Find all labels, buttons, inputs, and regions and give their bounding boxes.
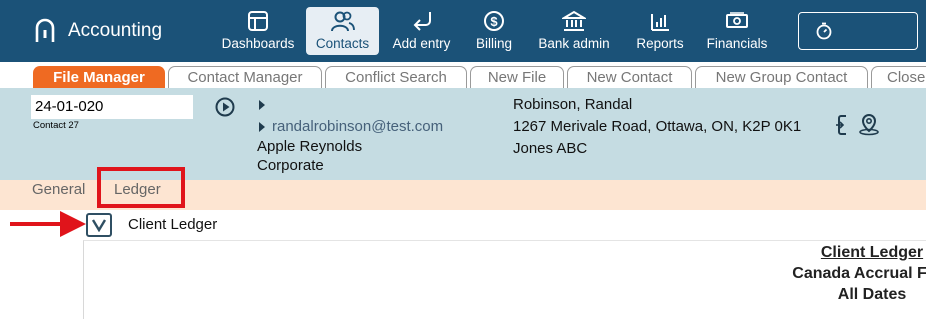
financials-icon xyxy=(724,9,750,33)
tab-close[interactable]: Close xyxy=(871,66,926,88)
contacts-icon xyxy=(330,9,356,33)
caret-right-icon[interactable] xyxy=(258,100,266,110)
annotation-highlight-box xyxy=(97,167,185,208)
nav-reports-label: Reports xyxy=(636,36,684,51)
caret-right-icon[interactable] xyxy=(258,122,266,132)
company-name: Apple Reynolds xyxy=(257,138,363,155)
file-number-field[interactable]: 24-01-020 xyxy=(31,95,193,119)
nav-financials[interactable]: Financials xyxy=(696,0,778,62)
tab-conflict-search[interactable]: Conflict Search xyxy=(325,66,467,88)
stopwatch-icon xyxy=(816,22,832,40)
nav-reports[interactable]: Reports xyxy=(624,0,696,62)
svg-text:$: $ xyxy=(490,14,498,29)
tab-new-file[interactable]: New File xyxy=(470,66,564,88)
nav-billing-label: Billing xyxy=(475,36,513,51)
nav-contacts-label: Contacts xyxy=(315,36,370,51)
chevron-down-icon xyxy=(91,219,107,232)
app-brand[interactable]: Accounting xyxy=(34,18,162,44)
nav-add-entry-label: Add entry xyxy=(392,36,451,51)
client-firm: Jones ABC xyxy=(513,140,588,157)
client-name: Robinson, Randal xyxy=(513,96,633,113)
nav-dashboards-label: Dashboards xyxy=(221,36,295,51)
nav-bank-admin-label: Bank admin xyxy=(538,36,610,51)
map-pin-icon[interactable] xyxy=(858,112,880,136)
play-icon[interactable] xyxy=(215,97,235,117)
tab-new-contact[interactable]: New Contact xyxy=(567,66,692,88)
annotation-arrow-icon xyxy=(10,211,86,237)
app-logo-icon xyxy=(35,18,55,42)
ledger-report: Client Ledger Canada Accrual Firm All Da… xyxy=(83,240,926,319)
contact-company: Apple Reynolds Corporate xyxy=(257,137,362,175)
contact-email[interactable]: randalrobinson@test.com xyxy=(272,118,443,135)
tab-contact-manager[interactable]: Contact Manager xyxy=(168,66,322,88)
contact-label: Contact 27 xyxy=(33,120,79,131)
report-dates: All Dates xyxy=(837,286,907,303)
subtab-general[interactable]: General xyxy=(32,181,85,198)
client-address: 1267 Merivale Road, Ottawa, ON, K2P 0K1 xyxy=(513,118,802,135)
nav-add-entry[interactable]: Add entry xyxy=(379,0,464,62)
bank-icon xyxy=(561,9,587,33)
nav-billing[interactable]: $ Billing xyxy=(464,0,524,62)
nav-dashboards[interactable]: Dashboards xyxy=(210,0,306,62)
tab-bar: File Manager Contact Manager Conflict Se… xyxy=(0,62,926,89)
tab-new-group-contact[interactable]: New Group Contact xyxy=(695,66,868,88)
company-type: Corporate xyxy=(257,157,324,174)
add-entry-icon xyxy=(409,9,435,33)
client-details: Robinson, Randal 1267 Merivale Road, Ott… xyxy=(513,94,801,160)
billing-icon: $ xyxy=(481,9,507,33)
app-title: Accounting xyxy=(68,20,163,41)
expand-toggle-button[interactable] xyxy=(86,213,112,237)
reports-icon xyxy=(647,9,673,33)
nav-contacts[interactable]: Contacts xyxy=(306,7,379,55)
tab-file-manager[interactable]: File Manager xyxy=(33,66,165,88)
report-firm: Canada Accrual Firm xyxy=(792,265,926,282)
client-ledger-section-title[interactable]: Client Ledger xyxy=(128,216,217,233)
nav-bank-admin[interactable]: Bank admin xyxy=(524,0,624,62)
nav-financials-label: Financials xyxy=(706,36,768,51)
top-navigation-bar: Accounting Dashboards Contacts Add entry… xyxy=(0,0,926,62)
phone-icon[interactable] xyxy=(834,114,850,136)
timer-button[interactable] xyxy=(798,12,918,50)
dashboard-icon xyxy=(245,9,271,33)
main-nav: Dashboards Contacts Add entry $ Billing … xyxy=(210,0,778,62)
report-title: Client Ledger xyxy=(820,244,924,261)
